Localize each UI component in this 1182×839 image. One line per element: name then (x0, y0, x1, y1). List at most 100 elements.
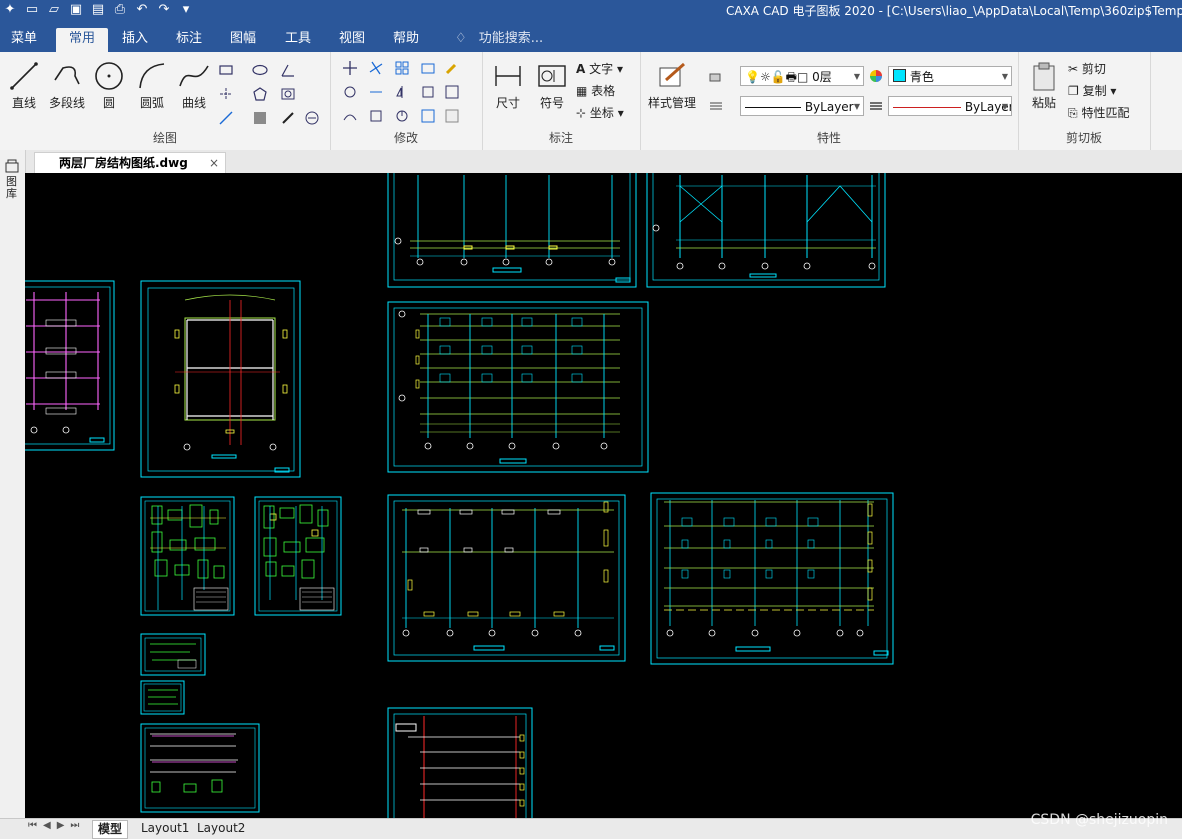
tab-annotate[interactable]: 标注 (166, 28, 212, 52)
layout-tab-layout2[interactable]: Layout2 (192, 820, 250, 837)
next-layout-icon[interactable]: ▶ (57, 820, 71, 831)
array-icon[interactable] (394, 60, 410, 76)
stretch-icon[interactable] (420, 84, 436, 100)
tab-sheet[interactable]: 图幅 (220, 28, 266, 52)
sheet-truss-elevation[interactable] (646, 173, 886, 288)
polygon-icon[interactable] (252, 86, 268, 102)
offset-icon[interactable] (342, 108, 358, 124)
sheet-floor-plan-grid[interactable] (387, 301, 649, 473)
feature-search[interactable]: ♢ 功能搜索... (455, 28, 543, 50)
lineweight-icon[interactable] (868, 98, 884, 114)
fillet-icon[interactable] (444, 84, 460, 100)
line-button[interactable]: 直线 (6, 60, 42, 111)
block-icon[interactable] (304, 110, 320, 126)
tab-common[interactable]: 常用 (56, 28, 108, 52)
lineweight-sample (893, 107, 961, 108)
sheet-roof-plan[interactable] (140, 280, 301, 478)
new-file-icon[interactable]: ▭ (24, 2, 40, 18)
open-file-icon[interactable]: ▱ (46, 2, 62, 18)
trim-icon[interactable] (368, 60, 384, 76)
sheet-small-2[interactable] (140, 680, 185, 715)
paste-button[interactable]: 粘贴 (1024, 60, 1064, 111)
polyline-button[interactable]: 多段线 (44, 60, 90, 111)
properties-group-label: 特性 (816, 131, 841, 145)
circle-button[interactable]: 圆 (92, 60, 126, 111)
tab-help[interactable]: 帮助 (383, 28, 429, 52)
undo-icon[interactable]: ↶ (134, 2, 150, 18)
sheet-staircase-section[interactable] (387, 707, 533, 818)
coordinate-button[interactable]: ⊹ 坐标 ▾ (576, 104, 624, 121)
close-icon[interactable]: × (209, 153, 219, 173)
customize-icon[interactable]: ▾ (178, 2, 194, 18)
sheet-left-partial[interactable] (25, 280, 115, 451)
symbol-button[interactable]: 符号 (534, 60, 570, 111)
prev-layout-icon[interactable]: ◀ (43, 820, 57, 831)
rotate-icon[interactable] (342, 84, 358, 100)
brush-icon[interactable] (444, 60, 460, 76)
save-as-icon[interactable]: ▤ (90, 2, 106, 18)
first-layout-icon[interactable]: ⏮ (28, 820, 43, 831)
layout-tab-model[interactable]: 模型 (92, 820, 129, 839)
linetype-select[interactable]: ByLayer ▼ (740, 96, 864, 116)
redo-icon[interactable]: ↷ (156, 2, 172, 18)
arc-button[interactable]: 圆弧 (134, 60, 170, 111)
sheet-foundation-plan[interactable] (387, 494, 626, 662)
style-manager-button[interactable]: 样式管理 (644, 60, 700, 111)
layer-name: 0层 (812, 70, 832, 84)
sheet-small-1[interactable] (140, 633, 206, 676)
chamfer-icon[interactable] (394, 108, 410, 124)
tab-insert[interactable]: 插入 (112, 28, 158, 52)
clipboard-group: 粘贴 ✂ 剪切 ❐ 复制 ▾ ⎘ 特性匹配 剪切板 (1018, 52, 1151, 150)
hole-icon[interactable] (280, 86, 296, 102)
layout-nav-arrows[interactable]: ⏮◀▶⏭ (28, 820, 85, 831)
drawing-sheets (25, 173, 894, 818)
sheet-beam-details[interactable] (140, 723, 260, 813)
rectangle-icon[interactable] (218, 62, 234, 78)
last-layout-icon[interactable]: ⏭ (70, 820, 85, 831)
sheet-details-2[interactable] (254, 496, 342, 616)
layer-manager-icon[interactable] (708, 68, 724, 84)
dimension-button[interactable]: 尺寸 (490, 60, 526, 111)
copy-object-icon[interactable] (420, 60, 436, 76)
fill-icon[interactable] (280, 110, 296, 126)
hatch-icon[interactable] (252, 110, 268, 126)
table-button[interactable]: ▦ 表格 (576, 82, 615, 99)
explode-icon[interactable] (444, 108, 460, 124)
break-icon[interactable] (420, 108, 436, 124)
cut-button[interactable]: ✂ 剪切 (1068, 60, 1106, 77)
color-select[interactable]: 青色 ▼ (888, 66, 1012, 86)
angle-line-icon[interactable] (280, 62, 296, 78)
layer-select[interactable]: 💡☼🔓🖶□ 0层 ▼ (740, 66, 864, 86)
layout-tab-layout1[interactable]: Layout1 (136, 820, 194, 837)
sheet-column-layout-a[interactable] (387, 173, 637, 288)
move-icon[interactable] (342, 60, 358, 76)
app-icon[interactable]: ✦ (2, 2, 18, 18)
modify-group: 修改 (330, 52, 483, 150)
tab-view[interactable]: 视图 (329, 28, 375, 52)
lineweight-select[interactable]: ByLayer ▼ (888, 96, 1012, 116)
sheet-details-1[interactable] (140, 496, 235, 616)
scissors-icon: ✂ (1068, 62, 1079, 76)
library-icon[interactable] (4, 158, 20, 174)
copy-button[interactable]: ❐ 复制 ▾ (1068, 82, 1116, 99)
tab-menu[interactable]: 菜单 (2, 28, 46, 52)
color-name: 青色 (909, 70, 934, 84)
extend-icon[interactable] (368, 84, 384, 100)
construction-line-icon[interactable] (218, 110, 234, 126)
match-properties-button[interactable]: ⎘ 特性匹配 (1068, 104, 1129, 121)
curve-button[interactable]: 曲线 (176, 60, 212, 111)
linetype-icon[interactable] (708, 98, 724, 114)
tab-tools[interactable]: 工具 (275, 28, 321, 52)
scale-icon[interactable] (368, 108, 384, 124)
document-tab[interactable]: 两层厂房结构图纸.dwg × (34, 152, 226, 174)
library-label[interactable]: 图库 (6, 176, 18, 200)
color-wheel-icon[interactable] (868, 68, 884, 84)
mirror-icon[interactable] (394, 84, 410, 100)
centerline-icon[interactable] (218, 86, 234, 102)
save-icon[interactable]: ▣ (68, 2, 84, 18)
print-icon[interactable]: ⎙ (112, 2, 128, 18)
text-button[interactable]: A 文字 ▾ (576, 60, 623, 77)
ellipse-icon[interactable] (252, 62, 268, 78)
drawing-canvas[interactable] (25, 173, 1182, 818)
sheet-beam-layout[interactable] (650, 492, 894, 665)
